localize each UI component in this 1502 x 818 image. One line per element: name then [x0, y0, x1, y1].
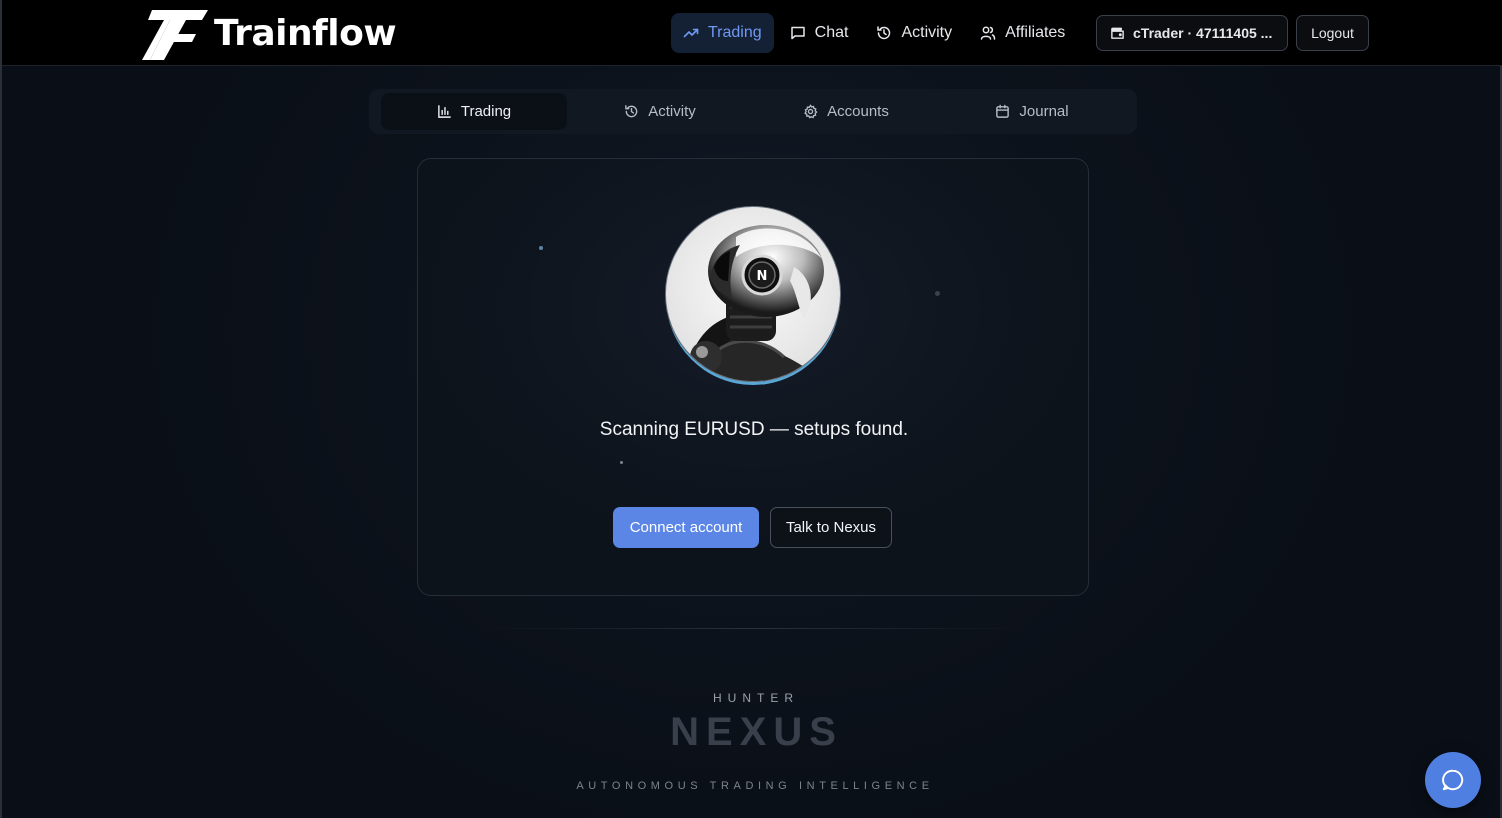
trending-up-icon [683, 28, 699, 38]
nav-item-label: Affiliates [1005, 24, 1066, 41]
account-selector-button[interactable]: cTrader · 47111405 ... [1096, 15, 1288, 51]
footer-brand-title: NEXUS [670, 710, 843, 754]
history-icon [877, 26, 891, 40]
nav-item-label: Chat [814, 24, 849, 41]
nav-item-affiliates[interactable]: Affiliates [968, 13, 1077, 53]
tab-label: Accounts [827, 103, 889, 120]
section-divider [477, 628, 1029, 629]
users-icon [980, 26, 996, 40]
footer-overline: HUNTER [713, 691, 799, 705]
tab-label: Activity [648, 103, 696, 120]
scan-status-text: Scanning EURUSD — setups found. [599, 419, 909, 440]
chat-launcher-button[interactable] [1425, 752, 1481, 808]
tab-journal[interactable]: Journal [939, 93, 1125, 130]
tab-trading[interactable]: Trading [381, 93, 567, 130]
chat-bubble-icon [1442, 769, 1464, 791]
wallet-icon [1111, 27, 1124, 39]
nav-item-activity[interactable]: Activity [864, 13, 964, 53]
nexus-avatar: N [665, 206, 841, 382]
account-label: cTrader · 47111405 ... [1133, 25, 1273, 41]
ambient-particle [935, 291, 940, 296]
nav-item-trading[interactable]: Trading [671, 13, 774, 53]
robot-avatar-icon: N [686, 225, 824, 381]
tab-activity[interactable]: Activity [567, 93, 753, 130]
trainflow-logo-icon [142, 10, 208, 60]
bar-chart-icon [438, 105, 451, 118]
top-navbar: Trainflow Trading Chat Activity Affiliat… [2, 0, 1502, 66]
nav-item-chat[interactable]: Chat [778, 13, 861, 53]
calendar-icon [996, 104, 1010, 118]
talk-to-nexus-button[interactable]: Talk to Nexus [770, 507, 892, 548]
ambient-particle [620, 461, 623, 464]
brand-name: Trainflow [214, 12, 397, 54]
connect-account-button[interactable]: Connect account [613, 507, 759, 548]
tab-accounts[interactable]: Accounts [753, 93, 939, 130]
section-tabs: Trading Activity Accounts Journal [369, 89, 1137, 134]
nav-item-label: Trading [708, 24, 762, 41]
nav-item-label: Activity [901, 24, 953, 41]
app-window: Trainflow Trading Chat Activity Affiliat… [0, 0, 1502, 818]
gear-icon [804, 104, 818, 119]
main-nav: Trading Chat Activity Affiliates [671, 13, 1077, 53]
message-square-icon [790, 26, 805, 40]
footer-tagline: AUTONOMOUS TRADING INTELLIGENCE [576, 780, 934, 792]
logout-button[interactable]: Logout [1296, 15, 1369, 51]
history-icon [625, 105, 638, 118]
tab-label: Journal [1019, 103, 1069, 120]
nexus-status-card: N Scanning EURUSD — setups found. Connec… [417, 158, 1089, 596]
brand-logo[interactable]: Trainflow [138, 4, 397, 62]
avatar-badge-letter: N [757, 269, 768, 284]
ambient-particle [539, 246, 543, 250]
tab-label: Trading [460, 103, 512, 120]
